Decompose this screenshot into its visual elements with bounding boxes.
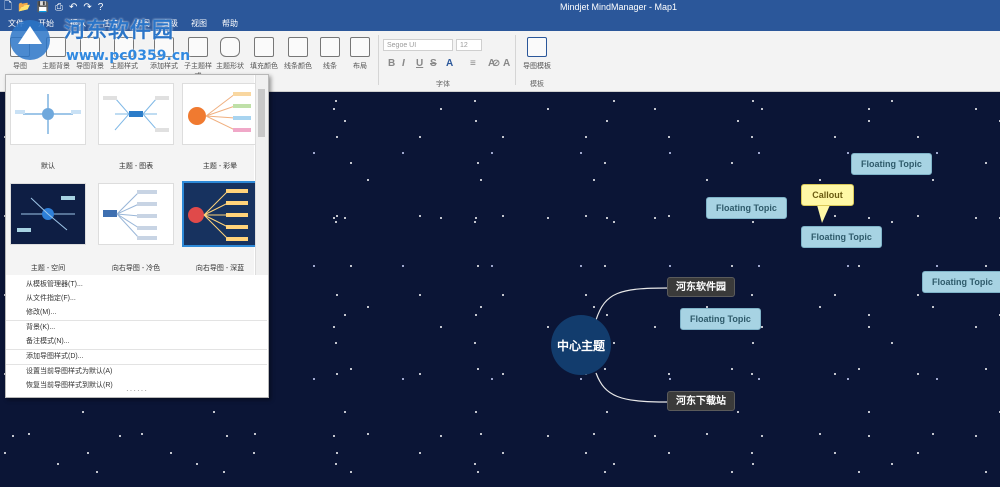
callout-topic[interactable]: Callout xyxy=(801,184,854,206)
menu-item-background[interactable]: 背景(K)... xyxy=(6,320,267,335)
align-icon[interactable]: ≡ xyxy=(470,58,476,69)
resize-grip[interactable]: ······ xyxy=(126,386,148,395)
style-thumb-right-deepblue[interactable] xyxy=(182,181,258,247)
style-label: 向右导图 - 深蓝 xyxy=(195,265,245,272)
map-style-dropdown: 默认 主题 - 图表 主题 - 彩晕 主题 - 空间 向右导图 - 冷色 向右导… xyxy=(5,74,269,398)
italic-icon[interactable]: I xyxy=(402,58,405,69)
floating-topic[interactable]: Floating Topic xyxy=(706,197,787,219)
scrollbar-thumb[interactable] xyxy=(258,89,265,137)
callout-pointer xyxy=(817,205,830,223)
menu-item-add-map-style[interactable]: 添加导图样式(D)... xyxy=(6,349,267,364)
style-label: 主题 - 图表 xyxy=(118,163,154,170)
ribbon-separator xyxy=(378,35,379,85)
shrink-font-icon[interactable]: A xyxy=(503,58,510,69)
floating-topic[interactable]: Floating Topic xyxy=(801,226,882,248)
style-label: 默认 xyxy=(41,163,55,170)
style-label: 主题 - 空间 xyxy=(30,265,66,272)
window-title: Mindjet MindManager - Map1 xyxy=(560,2,678,12)
font-color-icon[interactable]: A xyxy=(446,58,453,69)
help-icon[interactable]: ? xyxy=(98,2,104,13)
quick-access-toolbar: 🗋 📂 💾 ⎙ ↶ ↷ ? xyxy=(4,1,103,14)
floating-topic[interactable]: Floating Topic xyxy=(922,271,1000,293)
style-gallery: 默认 主题 - 图表 主题 - 彩晕 主题 - 空间 向右导图 - 冷色 向右导… xyxy=(6,75,258,275)
line-color-button[interactable]: 线条颜色 xyxy=(282,37,314,81)
bold-icon[interactable]: B xyxy=(388,58,395,69)
subtopic[interactable]: 河东软件园 xyxy=(667,277,735,297)
font-size-select[interactable]: 12 xyxy=(456,39,482,51)
style-thumb-default[interactable] xyxy=(10,83,86,145)
style-label: 主题 - 彩晕 xyxy=(202,163,238,170)
style-thumb-chart[interactable] xyxy=(98,83,174,145)
ribbon-separator xyxy=(515,35,516,85)
tab-help[interactable]: 帮助 xyxy=(222,18,238,29)
style-thumb-right-cool[interactable] xyxy=(98,183,174,245)
menu-item-notes-mode[interactable]: 备注模式(N)... xyxy=(6,335,267,349)
subtopic[interactable]: 河东下载站 xyxy=(667,391,735,411)
save-icon[interactable]: 💾 xyxy=(37,2,49,13)
floating-topic[interactable]: Floating Topic xyxy=(680,308,761,330)
layout-button[interactable]: 布局 xyxy=(344,37,376,81)
watermark-url: www.pc0359.cn xyxy=(66,48,191,64)
redo-icon[interactable]: ↷ xyxy=(83,2,91,13)
title-bar: 🗋 📂 💾 ⎙ ↶ ↷ ? Mindjet MindManager - Map1 xyxy=(0,0,1000,15)
map-template-button[interactable]: 导图模板 xyxy=(520,37,554,81)
watermark-text: 河东软件园 xyxy=(64,18,174,42)
underline-icon[interactable]: U xyxy=(416,58,423,69)
font-group-label: 字体 xyxy=(436,81,450,88)
print-icon[interactable]: ⎙ xyxy=(55,2,63,13)
font-name-select[interactable]: Segoe UI xyxy=(383,39,453,51)
menu-item-from-file[interactable]: 从文件指定(F)... xyxy=(6,292,267,306)
central-topic[interactable]: 中心主题 xyxy=(551,315,611,375)
style-thumb-space[interactable] xyxy=(10,183,86,245)
strikethrough-icon[interactable]: S xyxy=(430,58,437,69)
gallery-scrollbar[interactable] xyxy=(255,75,268,275)
open-icon[interactable]: 📂 xyxy=(18,2,30,13)
style-thumb-halo[interactable] xyxy=(182,83,258,145)
menu-item-modify[interactable]: 修改(M)... xyxy=(6,306,267,320)
floating-topic[interactable]: Floating Topic xyxy=(851,153,932,175)
style-label: 向右导图 - 冷色 xyxy=(111,265,161,272)
menu-item-from-template-manager[interactable]: 从模板管理器(T)... xyxy=(6,278,267,292)
template-group-label: 模板 xyxy=(530,81,544,88)
style-menu: 从模板管理器(T)... 从文件指定(F)... 修改(M)... 背景(K).… xyxy=(6,278,267,393)
menu-item-set-default[interactable]: 设置当前导图样式为默认(A) xyxy=(6,364,267,379)
undo-icon[interactable]: ↶ xyxy=(69,2,77,13)
line-button[interactable]: 线条 xyxy=(314,37,346,81)
clear-format-icon[interactable]: ⊘ xyxy=(492,58,500,69)
